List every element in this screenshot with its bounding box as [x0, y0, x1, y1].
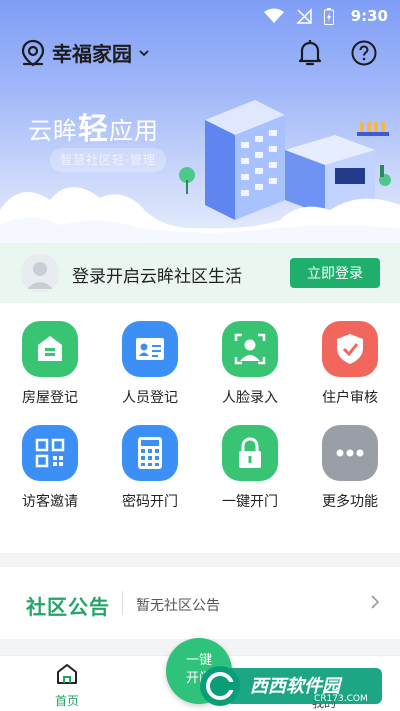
- slogan: 云眸轻应用: [28, 104, 159, 148]
- feature-label: 住户审核: [322, 390, 378, 406]
- slogan-prefix: 云眸: [28, 117, 78, 145]
- status-icons: [264, 8, 334, 25]
- sub-slogan: 智慧社区轻·管理: [50, 148, 166, 172]
- more-icon: [322, 425, 378, 481]
- feature-label: 一键开门: [222, 494, 278, 510]
- watermark-url: CR173.COM: [314, 694, 368, 704]
- slogan-bold: 轻: [78, 112, 109, 147]
- header-banner: 9:30 幸福家园 云眸轻应用 智慧社区轻·管理: [0, 0, 400, 245]
- face-scan-icon: [222, 321, 278, 377]
- bell-icon[interactable]: [296, 38, 324, 68]
- notice-text: 暂无社区公告: [136, 598, 220, 614]
- chevron-right-icon: [371, 595, 380, 609]
- feature-label: 人脸录入: [222, 390, 278, 406]
- wifi-icon: [264, 8, 284, 23]
- tab-home[interactable]: 首页: [42, 662, 92, 709]
- notice-divider: [122, 591, 123, 615]
- community-notice[interactable]: 社区公告 暂无社区公告: [0, 567, 400, 639]
- feature-label: 密码开门: [122, 494, 178, 510]
- feature-label: 人员登记: [122, 390, 178, 406]
- id-card-icon: [122, 321, 178, 377]
- chevron-down-icon: [139, 49, 149, 56]
- notice-title: 社区公告: [26, 595, 110, 619]
- qr-code-icon: [22, 425, 78, 481]
- clouds-decoration: [0, 187, 400, 245]
- status-bar: 9:30: [0, 0, 400, 34]
- house-icon: [22, 321, 78, 377]
- lock-icon: [222, 425, 278, 481]
- feature-one-key-open[interactable]: 一键开门: [200, 407, 300, 510]
- top-bar: 幸福家园: [0, 36, 400, 72]
- tab-home-label: 首页: [54, 694, 79, 708]
- feature-more[interactable]: 更多功能: [300, 407, 400, 510]
- home-icon: [57, 664, 77, 684]
- login-prompt: 登录开启云眸社区生活: [72, 267, 242, 287]
- battery-icon: [324, 8, 334, 25]
- user-avatar-icon: [20, 253, 60, 293]
- feature-label: 更多功能: [322, 494, 378, 510]
- feature-house-register[interactable]: 房屋登记: [0, 303, 100, 406]
- slogan-suffix: 应用: [109, 117, 159, 145]
- feature-face-entry[interactable]: 人脸录入: [200, 303, 300, 406]
- feature-visitor-invite[interactable]: 访客邀请: [0, 407, 100, 510]
- shield-check-icon: [322, 321, 378, 377]
- location-name: 幸福家园: [52, 42, 132, 66]
- location-selector[interactable]: 幸福家园: [20, 38, 150, 67]
- feature-password-open[interactable]: 密码开门: [100, 407, 200, 510]
- feature-label: 访客邀请: [22, 494, 78, 510]
- feature-person-register[interactable]: 人员登记: [100, 303, 200, 406]
- login-button[interactable]: 立即登录: [290, 258, 380, 288]
- login-strip: 登录开启云眸社区生活 立即登录: [0, 243, 400, 303]
- feature-resident-review[interactable]: 住户审核: [300, 303, 400, 406]
- watermark: 西西软件园 CR173.COM: [196, 664, 386, 708]
- status-time: 9:30: [350, 7, 388, 25]
- feature-grid: 房屋登记 人员登记 人脸录入 住户审核 访客邀请 密码开门 一键开门 更多功能: [0, 303, 400, 553]
- keypad-icon: [122, 425, 178, 481]
- location-pin-icon: [21, 39, 45, 66]
- help-icon[interactable]: [350, 39, 378, 67]
- feature-label: 房屋登记: [22, 390, 78, 406]
- avatar[interactable]: [20, 253, 60, 293]
- no-signal-icon: [296, 8, 312, 24]
- top-actions: [296, 38, 378, 68]
